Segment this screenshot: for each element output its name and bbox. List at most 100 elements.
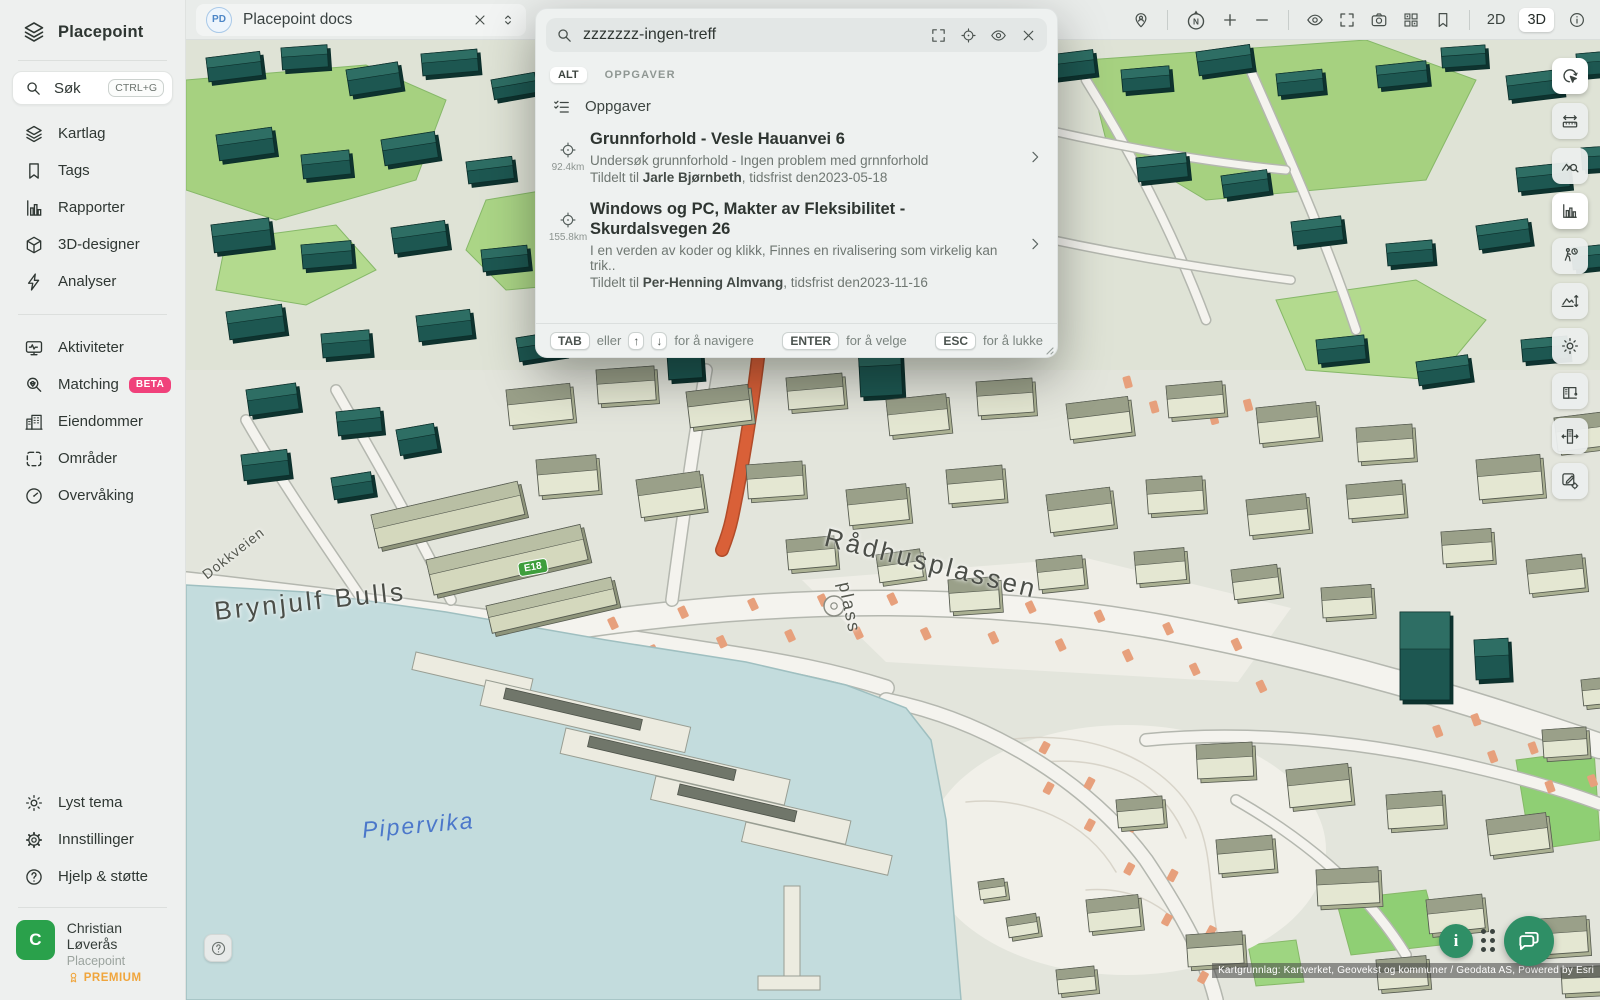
- result-description: I en verden av koder og klikk, Finnes en…: [590, 243, 1021, 273]
- section-oppgaver[interactable]: Oppgaver: [552, 97, 651, 116]
- edit-area-button[interactable]: [1552, 463, 1588, 499]
- tab-key: TAB: [550, 332, 590, 350]
- map-info-button[interactable]: [1568, 11, 1586, 29]
- terrain-analysis-button[interactable]: [1552, 148, 1588, 184]
- sidebar-item-sok[interactable]: Søk CTRL+G: [12, 71, 173, 105]
- search-label: Søk: [54, 80, 81, 97]
- result-meta: Tildelt til Jarle Bjørnbeth, tidsfrist d…: [590, 170, 1021, 185]
- result-row-2[interactable]: 155.8km Windows og PC, Makter av Fleksib…: [546, 199, 1049, 290]
- sidebar-spacer: [0, 514, 185, 784]
- result-distance: 155.8km: [549, 232, 587, 243]
- view-3d-button[interactable]: 3D: [1519, 8, 1554, 32]
- bottom-right-cluster: i: [1439, 916, 1554, 966]
- doc-badge: PD: [206, 7, 232, 33]
- medal-icon: [67, 971, 80, 984]
- search-icon: [25, 80, 42, 97]
- buildings-icon: [24, 412, 44, 432]
- user-name: Christian Løverås: [67, 920, 173, 952]
- sidebar-item-hjelp[interactable]: Hjelp & støtte: [0, 858, 185, 895]
- toolbar-divider: [1167, 10, 1168, 30]
- search-input[interactable]: zzzzzzz-ingen-treff: [546, 18, 1047, 52]
- chevron-right-icon[interactable]: [1027, 129, 1043, 185]
- visibility-button[interactable]: [1306, 11, 1324, 29]
- sidebar-item-aktiviteter[interactable]: Aktiviteter: [0, 329, 185, 366]
- drag-handle-dots[interactable]: [1481, 929, 1496, 953]
- screenshot-button[interactable]: [1370, 11, 1388, 29]
- location-pin-button[interactable]: [1132, 11, 1150, 29]
- close-doc-icon[interactable]: [472, 12, 488, 28]
- fullscreen-button[interactable]: [1338, 11, 1356, 29]
- chevron-updown-icon[interactable]: [500, 12, 516, 28]
- sidebar-item-innstillinger[interactable]: Innstillinger: [0, 821, 185, 858]
- activity-monitor-icon: [24, 338, 44, 358]
- target-icon: [559, 141, 577, 159]
- bookmarks-button[interactable]: [1434, 11, 1452, 29]
- result-title: Grunnforhold - Vesle Hauanvei 6: [590, 129, 1021, 150]
- help-button[interactable]: [204, 934, 232, 962]
- map-select-tool-button[interactable]: [1552, 58, 1588, 94]
- enter-key: ENTER: [782, 332, 839, 350]
- doc-tab-title: Placepoint docs: [243, 11, 352, 29]
- measure-tool-button[interactable]: [1552, 103, 1588, 139]
- statistics-button[interactable]: [1552, 193, 1588, 229]
- result-locate: 155.8km: [546, 199, 590, 290]
- result-title: Windows og PC, Makter av Fleksibilitet -…: [590, 199, 1021, 240]
- sidebar-item-rapporter[interactable]: Rapporter: [0, 189, 185, 226]
- layers-logo-icon: [22, 20, 46, 44]
- view-2d-button[interactable]: 2D: [1487, 12, 1506, 28]
- clear-search-icon[interactable]: [1020, 27, 1037, 44]
- sun-shadow-button[interactable]: [1552, 328, 1588, 364]
- info-fab-button[interactable]: i: [1439, 924, 1473, 958]
- sidebar-item-3d-designer[interactable]: 3D-designer: [0, 226, 185, 263]
- zoom-in-button[interactable]: [1221, 11, 1239, 29]
- sidebar-item-analyser[interactable]: Analyser: [0, 263, 185, 300]
- zoom-out-button[interactable]: [1253, 11, 1271, 29]
- gear-icon: [24, 830, 44, 850]
- result-row-1[interactable]: 92.4km Grunnforhold - Vesle Hauanvei 6 U…: [546, 129, 1049, 185]
- sidebar-item-lyst-tema[interactable]: Lyst tema: [0, 784, 185, 821]
- elevation-profile-button[interactable]: [1552, 283, 1588, 319]
- sidebar-item-tags[interactable]: Tags: [0, 152, 185, 189]
- chat-button[interactable]: [1504, 916, 1554, 966]
- sidebar: Placepoint Søk CTRL+G Kartlag Tags Rappo…: [0, 0, 186, 1000]
- expand-search-icon[interactable]: [930, 27, 947, 44]
- app-title: Placepoint: [58, 23, 143, 42]
- layers-icon: [24, 124, 44, 144]
- map-tool-rail: [1552, 58, 1588, 499]
- checklist-icon: [552, 97, 571, 116]
- sidebar-item-omrader[interactable]: Områder: [0, 440, 185, 477]
- modal-footer: TAB eller ↑ ↓ for å navigere ENTER for å…: [536, 323, 1057, 357]
- search-icon: [556, 27, 573, 44]
- search-modal: zzzzzzz-ingen-treff ALT OPPGAVER Oppgave…: [535, 8, 1058, 358]
- map-toolbar: 2D 3D: [1132, 8, 1600, 32]
- sidebar-item-matching[interactable]: Matching BETA: [0, 366, 185, 403]
- sidebar-item-kartlag[interactable]: Kartlag: [0, 115, 185, 152]
- toolbar-divider: [1469, 10, 1470, 30]
- filter-oppgaver-tab[interactable]: OPPGAVER: [605, 69, 676, 81]
- widgets-button[interactable]: [1402, 11, 1420, 29]
- resize-handle[interactable]: [1042, 342, 1054, 354]
- app-logo[interactable]: Placepoint: [0, 0, 185, 60]
- sun-icon: [24, 793, 44, 813]
- bar-chart-icon: [24, 198, 44, 218]
- doc-tab-placepoint-docs[interactable]: PD Placepoint docs: [196, 4, 526, 36]
- sidebar-item-eiendommer[interactable]: Eiendommer: [0, 403, 185, 440]
- user-profile[interactable]: C Christian Løverås Placepoint PREMIUM: [0, 908, 185, 1000]
- construction-tool-button[interactable]: [1552, 373, 1588, 409]
- search-pin-icon: [24, 375, 44, 395]
- filter-alt-chip[interactable]: ALT: [550, 67, 587, 83]
- locate-target-icon[interactable]: [960, 27, 977, 44]
- toolbar-divider: [1288, 10, 1289, 30]
- result-meta: Tildelt til Per-Henning Almvang, tidsfri…: [590, 275, 1021, 290]
- sidebar-item-overvaking[interactable]: Overvåking: [0, 477, 185, 514]
- building-dimensions-button[interactable]: [1552, 418, 1588, 454]
- chevron-right-icon[interactable]: [1027, 199, 1043, 290]
- sidebar-divider: [18, 60, 167, 61]
- avatar[interactable]: C: [16, 920, 55, 960]
- cube-icon: [24, 235, 44, 255]
- compass-north-button[interactable]: [1185, 9, 1207, 31]
- search-shortcut: CTRL+G: [108, 79, 164, 97]
- result-description: Undersøk grunnforhold - Ingen problem me…: [590, 153, 1021, 168]
- travel-time-button[interactable]: [1552, 238, 1588, 274]
- visibility-eye-icon[interactable]: [990, 27, 1007, 44]
